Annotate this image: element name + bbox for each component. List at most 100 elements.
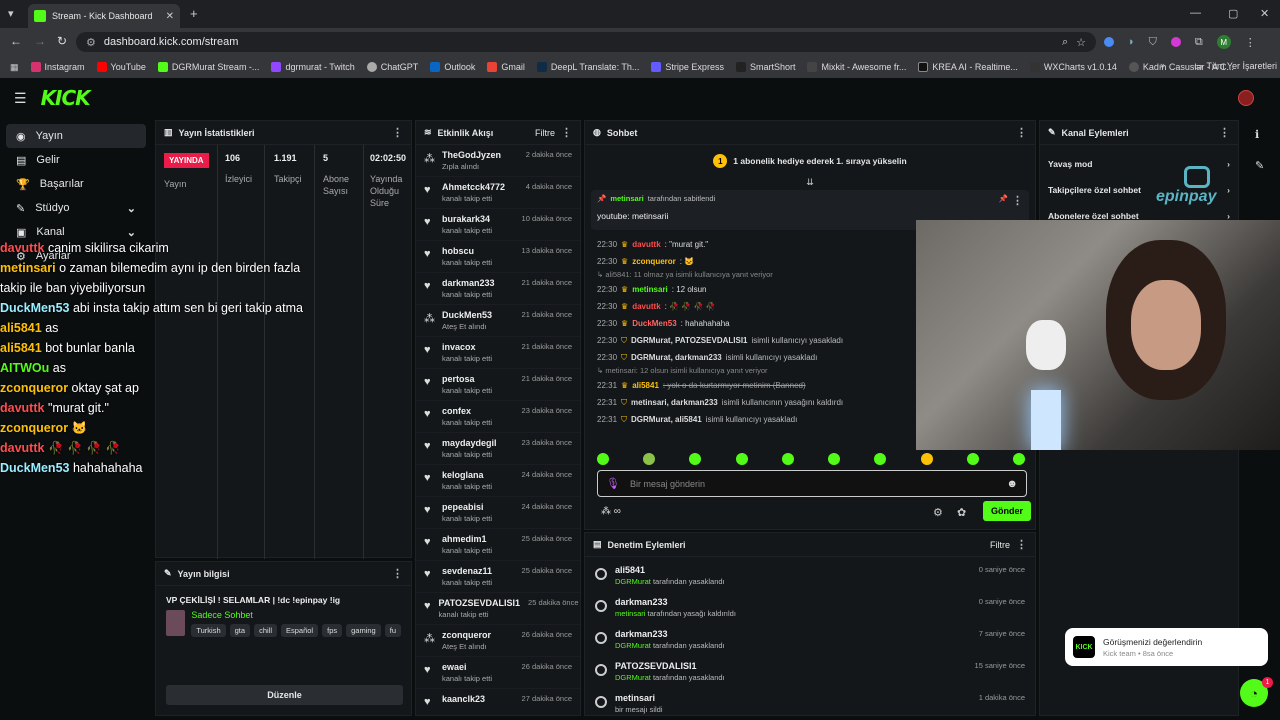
site-info-icon[interactable]: ⚙ — [86, 36, 96, 49]
puzzle-icon[interactable]: ⧉ — [1195, 36, 1203, 49]
more-options-icon[interactable]: ⋮ — [392, 567, 403, 580]
emote-icon[interactable] — [966, 453, 979, 465]
all-bookmarks-button[interactable]: ▭ Tüm Yer İşaretleri — [1194, 61, 1277, 72]
bookmark-item[interactable]: dgrmurat - Twitch — [271, 62, 355, 72]
profile-avatar[interactable]: M — [1216, 35, 1231, 49]
feedback-toast[interactable]: KICK Görüşmenizi değerlendirin Kick team… — [1065, 628, 1268, 666]
emote-icon[interactable] — [781, 453, 794, 465]
tag-chip[interactable]: fps — [322, 624, 343, 637]
pencil-icon[interactable]: ✎ — [1255, 159, 1276, 172]
activity-item[interactable]: ♥ ewaei kanalı takip etti 26 dakika önce — [416, 657, 580, 689]
gift-sub-banner[interactable]: 1 1 abonelik hediye ederek 1. sıraya yük… — [585, 145, 1035, 177]
sidebar-item-yayin[interactable]: ◉ Yayın — [6, 124, 146, 148]
moderator-name[interactable]: DGRMurat — [615, 641, 651, 650]
sidebar-item-studyo[interactable]: ✎ Stüdyo ⌄ — [6, 196, 146, 220]
message-username[interactable]: davuttk — [632, 240, 660, 249]
activity-item[interactable]: ♥ confex kanalı takip etti 23 dakika önce — [416, 401, 580, 433]
moderator-name[interactable]: DGRMurat — [615, 673, 651, 682]
bookmark-item[interactable]: SmartShort — [735, 62, 795, 72]
message-username[interactable]: metinsari, darkman233 — [631, 398, 718, 407]
bookmark-item[interactable]: Gmail — [487, 62, 525, 72]
moderation-item[interactable]: metinsari bir mesajı sildi 1 dakika önce — [585, 689, 1035, 715]
extension-icon[interactable] — [1170, 37, 1181, 47]
activity-item[interactable]: ♥ invacox kanalı takip etti 21 dakika önce — [416, 337, 580, 369]
activity-item[interactable]: ♥ ahmedim1 kanalı takip etti 25 dakika önce — [416, 529, 580, 561]
chat-message[interactable]: 22:30 ♛ davuttk: "murat git." — [585, 236, 915, 253]
moderation-item[interactable]: darkman233 metinsari tarafından yasağı ka… — [585, 593, 1035, 625]
forward-icon[interactable]: → — [34, 34, 46, 48]
activity-item[interactable]: ⁂ TheGodJyzen Zıpla alındı 2 dakika önce — [416, 145, 580, 177]
kick-logo[interactable]: KICK — [41, 86, 91, 110]
tag-chip[interactable]: gaming — [346, 624, 381, 637]
window-close-icon[interactable]: ✕ — [1260, 7, 1269, 20]
more-options-icon[interactable]: ⋮ — [392, 126, 403, 139]
edit-button[interactable]: Düzenle — [166, 685, 403, 705]
more-options-icon[interactable]: ⋮ — [1016, 538, 1027, 551]
activity-item[interactable]: ♥ pepeabisi kanalı takip etti 24 dakika önc… — [416, 497, 580, 529]
activity-item[interactable]: ♥ sevdenaz11 kanalı takip etti 25 dakika ön… — [416, 561, 580, 593]
message-username[interactable]: davuttk — [632, 302, 660, 311]
bookmark-item[interactable]: DGRMurat Stream -... — [157, 62, 259, 72]
chat-message[interactable]: 22:30 ♛ metinsari: 12 olsun — [585, 281, 915, 298]
tab-close-icon[interactable]: ✕ — [166, 11, 174, 22]
maximize-icon[interactable]: ▢ — [1228, 7, 1238, 20]
activity-item[interactable]: ♥ keloglana kanalı takip etti 24 dakika önc… — [416, 465, 580, 497]
activity-item[interactable]: ♥ pertosa kanalı takip etti 21 dakika önce — [416, 369, 580, 401]
extension-icon[interactable]: ◗ — [1128, 36, 1135, 48]
message-username[interactable]: metinsari — [632, 285, 668, 294]
collapse-icon[interactable]: ⇊ — [585, 177, 1035, 188]
emote-icon[interactable] — [1012, 453, 1025, 465]
moderator-name[interactable]: metinsari — [615, 609, 645, 618]
extension-icon[interactable] — [1104, 37, 1114, 47]
more-bookmarks-icon[interactable]: » — [1160, 60, 1165, 70]
tag-chip[interactable]: chill — [254, 624, 277, 637]
activity-item[interactable]: ♥ hobscu kanalı takip etti 13 dakika önce — [416, 241, 580, 273]
emote-icon[interactable] — [597, 453, 609, 465]
chat-message[interactable]: 22:30 ♛ davuttk: 🥀 🥀 🥀 🥀 — [585, 298, 915, 315]
more-options-icon[interactable]: ⋮ — [561, 126, 572, 139]
bookmark-item[interactable]: KREA AI - Realtime... — [918, 62, 1018, 72]
filter-button[interactable]: Filtre — [535, 128, 555, 138]
user-avatar[interactable] — [1238, 90, 1254, 106]
shield-icon[interactable]: ⛉ — [1149, 36, 1157, 49]
chat-message[interactable]: 22:30 ⛉ DGRMurat, darkman233 isimli kullanı… — [585, 349, 915, 366]
url-field[interactable]: ⚙ dashboard.kick.com/stream ⌕ ☆ — [76, 32, 1096, 52]
new-tab-icon[interactable]: + — [190, 6, 198, 21]
activity-item[interactable]: ♥ burakark34 kanalı takip etti 10 dakika ön… — [416, 209, 580, 241]
hamburger-menu-icon[interactable]: ☰ — [14, 90, 27, 107]
chat-message[interactable]: 22:30 ⛉ DGRMurat, PATOZSEVDALISI1 isimli ku… — [585, 332, 915, 349]
send-button[interactable]: Gönder — [983, 501, 1032, 521]
message-username[interactable]: zconqueror — [632, 257, 676, 266]
message-username[interactable]: DGRMurat, ali5841 — [631, 415, 702, 424]
bookmark-item[interactable]: WXCharts v1.0.14 — [1029, 62, 1117, 72]
mic-icon[interactable]: 🎙 — [606, 477, 620, 490]
tab-search-icon[interactable]: ▾ — [8, 7, 14, 20]
activity-item[interactable]: ♥ kaanclk23 27 dakika önce — [416, 689, 580, 715]
emote-icon[interactable] — [643, 453, 656, 465]
info-icon[interactable]: ℹ — [1255, 128, 1276, 141]
minimize-icon[interactable]: — — [1190, 7, 1201, 19]
apps-grid-icon[interactable]: ▦ — [10, 62, 19, 73]
browser-tab[interactable]: Stream - Kick Dashboard ✕ — [28, 4, 180, 28]
activity-item[interactable]: ⁂ DuckMen53 Ateş Et alındı 21 dakika önce — [416, 305, 580, 337]
bookmark-item[interactable]: Mixkit - Awesome fr... — [807, 62, 906, 72]
bookmark-item[interactable]: YouTube — [96, 62, 146, 72]
more-options-icon[interactable]: ⋮ — [1016, 126, 1027, 139]
activity-item[interactable]: ♥ darkman233 kanalı takip etti 21 dakika ön… — [416, 273, 580, 305]
points-icon[interactable]: ⁂ ∞ — [601, 506, 621, 517]
activity-item[interactable]: ♥ PATOZSEVDALISI1 kanalı takip etti 25 daki… — [416, 593, 580, 625]
gift-icon[interactable]: ✿ — [957, 506, 966, 519]
chat-message[interactable]: 22:31 ⛉ metinsari, darkman233 isimli kullan… — [585, 394, 915, 411]
zoom-icon[interactable]: ⌕ — [1062, 36, 1068, 49]
activity-item[interactable]: ⁂ zconqueror Ateş Et alındı 26 dakika önce — [416, 625, 580, 657]
moderation-item[interactable]: darkman233 DGRMurat tarafından yasaklandı… — [585, 625, 1035, 657]
sidebar-item-gelir[interactable]: ▤ Gelir — [6, 148, 146, 172]
emote-icon[interactable] — [735, 453, 748, 465]
chat-message[interactable]: 22:30 ♛ DuckMen53: hahahahaha — [585, 315, 915, 332]
tag-chip[interactable]: Español — [281, 624, 319, 637]
bookmark-item[interactable]: DeepL Translate: Th... — [536, 62, 639, 72]
moderation-item[interactable]: ali5841 DGRMurat tarafından yasaklandı 0 s… — [585, 561, 1035, 593]
emote-icon[interactable] — [920, 453, 933, 465]
bookmark-item[interactable]: Outlook — [430, 62, 475, 72]
bookmark-item[interactable]: ChatGPT — [366, 62, 418, 72]
